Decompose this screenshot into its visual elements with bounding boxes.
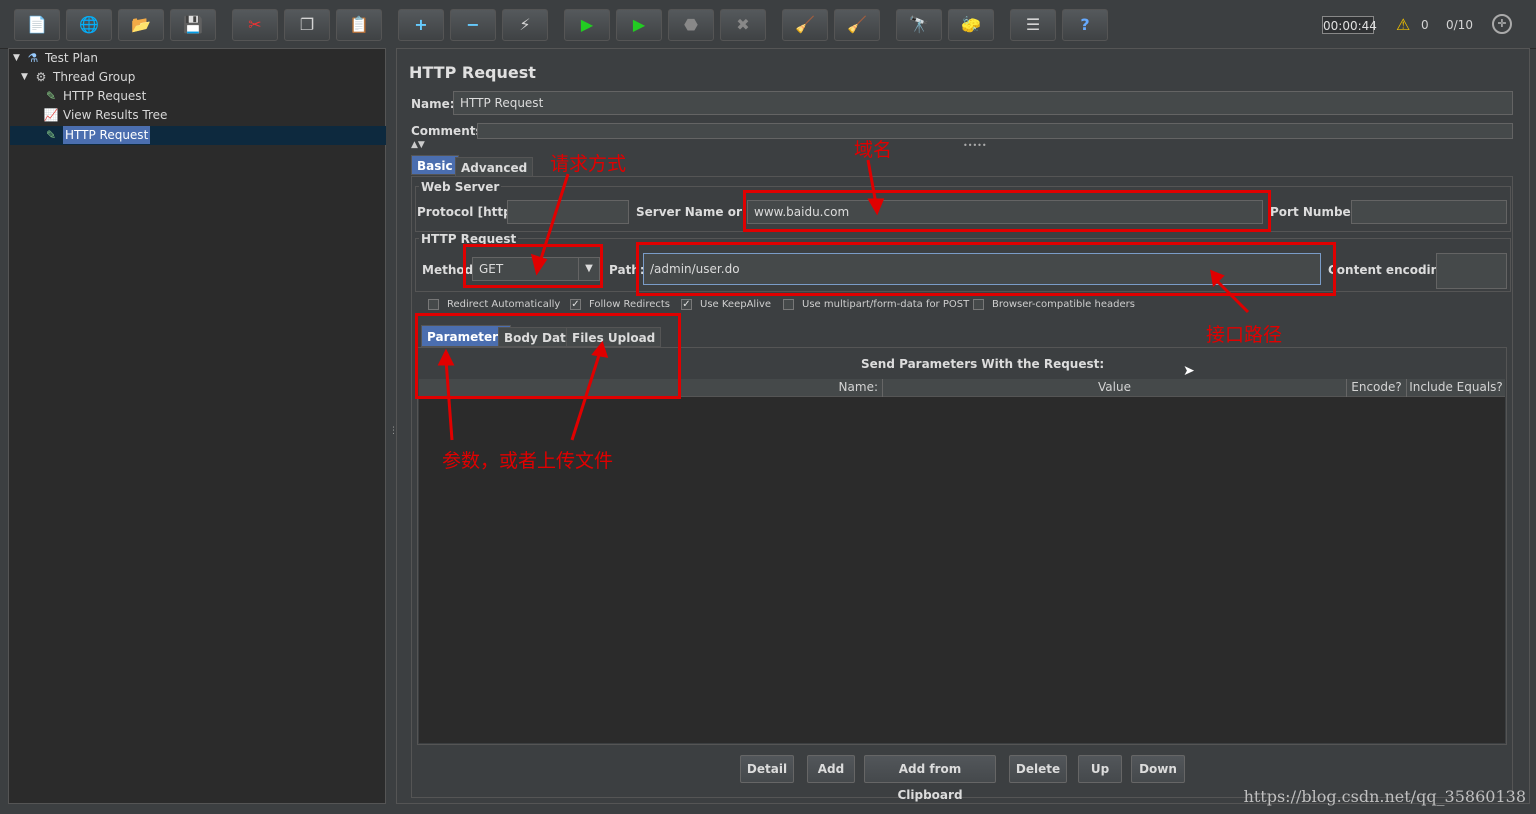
- arrow-head-method: [530, 253, 548, 276]
- arrow-path: [1212, 276, 1250, 314]
- annotation-arrows: [437, 159, 1250, 441]
- arrow-head-path: [1210, 269, 1225, 288]
- arrow-head-params: [437, 348, 455, 366]
- arrow-method: [538, 173, 570, 263]
- arrow-domain: [866, 159, 878, 205]
- arrow-params: [444, 359, 454, 441]
- watermark: https://blog.csdn.net/qq_35860138: [1243, 787, 1526, 806]
- arrow-files: [570, 351, 602, 441]
- annotation-method-text: 请求方式: [550, 153, 627, 175]
- annotation-path-text: 接口路径: [1206, 324, 1283, 346]
- annotation-params-text: 参数，或者上传文件: [442, 450, 614, 472]
- arrow-head-domain: [867, 198, 885, 216]
- annotation-domain-text: 域名: [854, 139, 893, 161]
- arrow-head-files: [591, 340, 609, 358]
